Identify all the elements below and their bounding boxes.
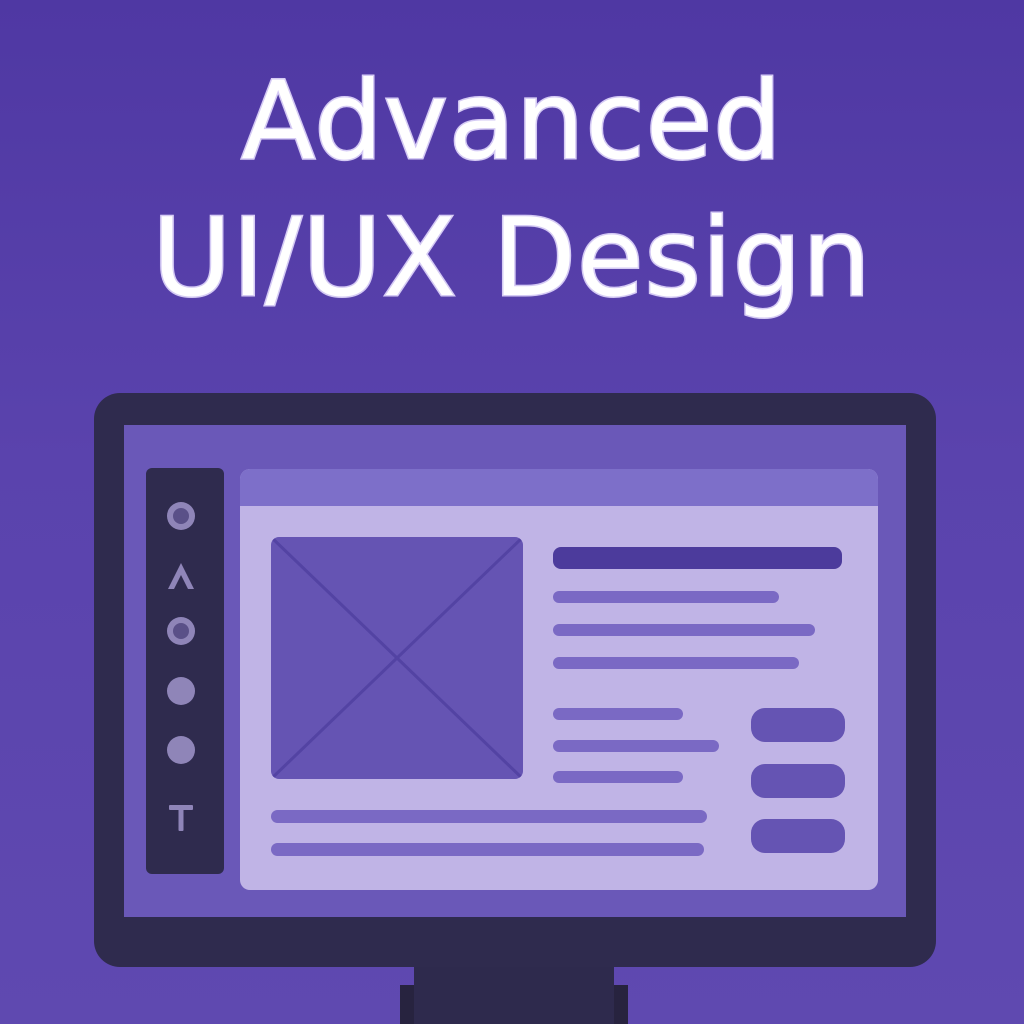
text-tool-icon[interactable] bbox=[163, 800, 199, 836]
circle-ring-icon[interactable] bbox=[163, 498, 199, 534]
text-line bbox=[553, 624, 815, 636]
text-line bbox=[553, 708, 683, 720]
text-line bbox=[271, 810, 707, 823]
image-placeholder-icon bbox=[271, 537, 523, 779]
image-placeholder bbox=[271, 537, 523, 779]
triangle-icon[interactable] bbox=[163, 558, 199, 594]
circle-filled-icon[interactable] bbox=[163, 673, 199, 709]
panel-header-bar bbox=[240, 469, 878, 506]
title-line-1: Advanced bbox=[240, 59, 783, 184]
monitor-stand bbox=[414, 960, 614, 1024]
action-button[interactable] bbox=[751, 708, 845, 742]
text-line bbox=[553, 657, 799, 669]
text-line bbox=[553, 771, 683, 783]
heading-line bbox=[553, 547, 842, 569]
text-line bbox=[553, 740, 719, 752]
text-line bbox=[553, 591, 779, 603]
title-line-2: UI/UX Design bbox=[151, 196, 873, 321]
action-button[interactable] bbox=[751, 819, 845, 853]
circle-filled-icon[interactable] bbox=[163, 732, 199, 768]
action-button[interactable] bbox=[751, 764, 845, 798]
text-line bbox=[271, 843, 704, 856]
circle-ring-icon[interactable] bbox=[163, 613, 199, 649]
